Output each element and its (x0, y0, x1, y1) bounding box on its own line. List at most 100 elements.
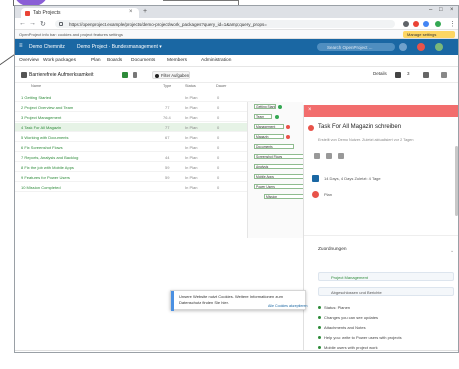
nav-administration[interactable]: Administration (201, 58, 231, 63)
back-icon[interactable]: ← (19, 20, 26, 27)
row-duration: 0 (217, 165, 220, 170)
gantt-bar[interactable]: Screenshot Flows (254, 154, 304, 159)
row-title[interactable]: 2 Project Overview and Team (21, 105, 73, 110)
row-title[interactable]: 10 Mission Completed (21, 185, 61, 190)
row-title[interactable]: 1 Getting Started (21, 95, 51, 100)
share-icon[interactable] (326, 153, 332, 159)
grid-menu-icon[interactable] (399, 43, 407, 51)
checklist-item[interactable]: Status: Planen (317, 305, 350, 310)
create-button[interactable] (122, 72, 128, 78)
more-icon[interactable] (338, 153, 344, 159)
table-row[interactable]: 9 Features for Power Users 59 In Plan 0 (15, 173, 260, 182)
row-title[interactable]: 5 Working with Documents (21, 135, 69, 140)
gantt-bar[interactable]: Analysis (254, 164, 304, 169)
column-header-name[interactable]: Name (31, 84, 41, 88)
table-row[interactable]: 3 Project Management 76.4 In Plan 0 (15, 113, 260, 122)
row-duration: 0 (217, 185, 220, 190)
table-row[interactable]: 10 Mission Completed In Plan 0 (15, 183, 260, 192)
milestone-icon (278, 105, 282, 109)
checklist-item[interactable]: Help you: write to Power users with proj… (318, 335, 402, 340)
chevron-down-icon[interactable]: ⌄ (450, 248, 454, 254)
gantt-bar[interactable]: Team (254, 114, 272, 119)
view-title[interactable]: Barrierefreie Aufmerksamkeit (29, 72, 93, 78)
row-title[interactable]: 3 Project Management (21, 115, 61, 120)
column-header-duration[interactable]: Dauer (216, 84, 226, 88)
toast-accept-link[interactable]: Alle Cookies akzeptieren (268, 303, 308, 309)
info-icon[interactable] (423, 72, 429, 78)
row-status: In Plan (185, 145, 198, 150)
gantt-bar[interactable]: Getting Started (254, 104, 276, 109)
checklist-item[interactable]: Changes you can see updates (317, 315, 378, 320)
gantt-bar[interactable]: Mobile Apps (254, 174, 304, 179)
panel-status-meta[interactable]: Plan (324, 192, 332, 197)
panel-scrollbar[interactable] (455, 146, 458, 216)
panel-title[interactable]: Task For All Magazin schreiben (318, 124, 401, 130)
table-row[interactable]: 1 Getting Started In Plan 0 (15, 93, 260, 102)
star-icon[interactable] (403, 21, 409, 27)
gantt-bar[interactable]: Documents (254, 144, 294, 149)
table-row-selected[interactable]: 4 Task For All Magazin 77 In Plan 0 (15, 123, 260, 132)
view-icon[interactable] (21, 72, 27, 78)
column-header-type[interactable]: Type (163, 84, 171, 88)
browser-tab[interactable]: Tab Projects × (21, 8, 139, 18)
table-row[interactable]: 6 Fix Screenshot Flows In Plan 0 (15, 143, 260, 152)
nav-documents[interactable]: Documents (131, 58, 155, 63)
settings-icon[interactable] (395, 72, 401, 78)
nav-members[interactable]: Members (167, 58, 187, 63)
row-type: 77 (165, 125, 170, 130)
project-field[interactable]: Project Management (318, 272, 454, 281)
close-window-icon[interactable]: × (450, 7, 454, 13)
url-bar[interactable]: https://openproject.example/projects/dem… (55, 20, 395, 28)
notification-icon[interactable] (417, 43, 425, 51)
gantt-bar[interactable]: Magazin (254, 134, 284, 139)
close-icon[interactable]: × (308, 107, 312, 113)
fullscreen-icon[interactable] (441, 72, 447, 78)
profile-avatar[interactable] (435, 21, 441, 27)
nav-work-packages[interactable]: Work packages (43, 58, 76, 63)
row-title[interactable]: 9 Features for Power Users (21, 175, 70, 180)
nav-boards[interactable]: Boards (107, 58, 122, 63)
forward-icon[interactable]: → (29, 20, 36, 27)
lock-icon[interactable] (59, 22, 63, 26)
row-status: In Plan (185, 105, 198, 110)
filter-button[interactable]: Filter Aufgaben (152, 71, 190, 79)
details-button[interactable]: Details (373, 71, 387, 76)
panel-date-meta: 14 Days, 4 Days Zuletzt: 4 Tage (324, 176, 381, 181)
extension-icon[interactable] (423, 21, 429, 27)
table-row[interactable]: 7 Reports, Analysis and Backlog 44 In Pl… (15, 153, 260, 162)
user-avatar[interactable] (435, 43, 443, 51)
filter-icon (155, 74, 159, 78)
gantt-bar[interactable]: Mission (264, 194, 304, 199)
gantt-bar[interactable]: Power Users (254, 184, 304, 189)
table-row[interactable]: 8 Fix the job with Mobile Apps 59 In Pla… (15, 163, 260, 172)
row-title[interactable]: 8 Fix the job with Mobile Apps (21, 165, 74, 170)
info-bar-button[interactable]: Manage settings (403, 31, 455, 38)
column-header-status[interactable]: Status (185, 84, 196, 88)
nav-plan[interactable]: Plan (91, 58, 101, 63)
maximize-icon[interactable]: □ (439, 7, 443, 13)
minimize-icon[interactable]: – (429, 7, 432, 13)
hamburger-icon[interactable]: ≡ (19, 43, 23, 49)
details-panel: × Task For All Magazin schreiben Erstell… (303, 105, 458, 351)
gantt-bar[interactable]: Management (254, 124, 284, 129)
extension-icon[interactable] (413, 21, 419, 27)
search-input[interactable]: Search OpenProject ... (317, 43, 395, 51)
row-status: In Plan (185, 135, 198, 140)
frame-line (0, 54, 15, 67)
row-title[interactable]: 6 Fix Screenshot Flows (21, 145, 63, 150)
checklist-item[interactable]: Attachments and Notes (318, 325, 366, 330)
table-row[interactable]: 2 Project Overview and Team 77 In Plan 0 (15, 103, 260, 112)
edit-icon[interactable] (314, 153, 320, 159)
close-tab-icon[interactable]: × (129, 9, 133, 15)
reload-icon[interactable]: ↻ (40, 20, 46, 28)
text-field[interactable]: Abgeschlossen und Berichte (318, 287, 454, 296)
row-title[interactable]: 7 Reports, Analysis and Backlog (21, 155, 78, 160)
app-name[interactable]: Demo Chemnitz (29, 44, 65, 50)
nav-overview[interactable]: Overview (19, 58, 39, 63)
table-row[interactable]: 5 Working with Documents 67 In Plan 0 (15, 133, 260, 142)
row-title[interactable]: 4 Task For All Magazin (21, 125, 61, 130)
project-selector[interactable]: Demo Project · Bundesmanagement ▾ (77, 44, 162, 50)
chevron-down-icon[interactable] (133, 72, 137, 78)
menu-dots-icon[interactable]: ⋮ (449, 20, 456, 28)
new-tab-button[interactable]: + (143, 8, 147, 15)
